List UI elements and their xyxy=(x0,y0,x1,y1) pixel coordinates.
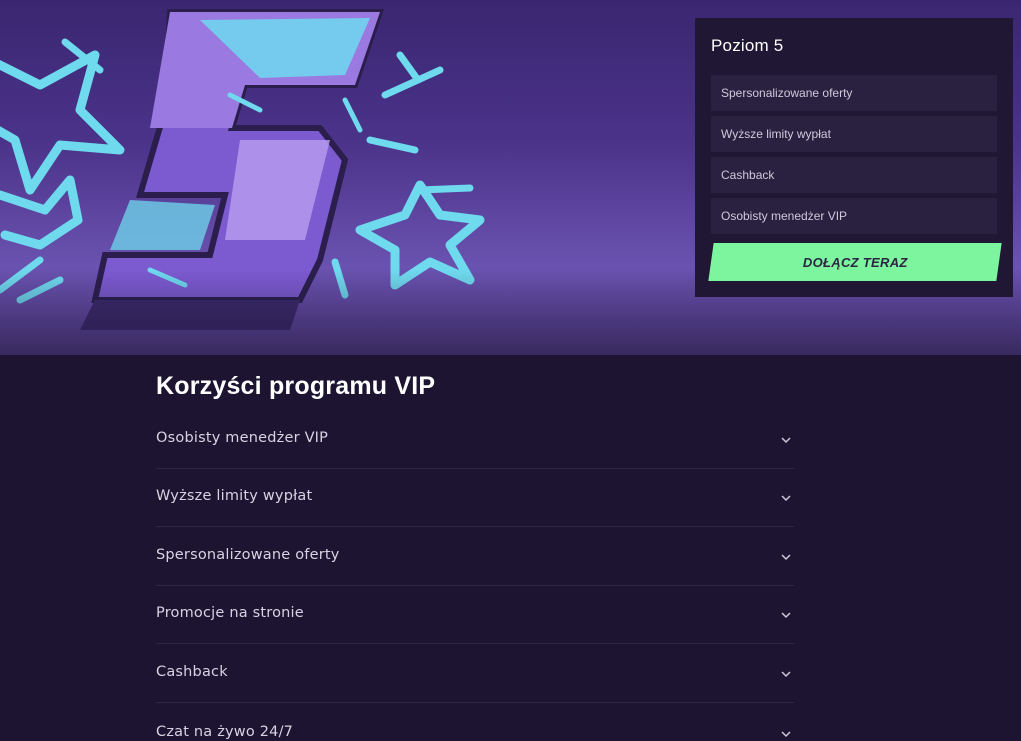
join-now-button[interactable]: DOŁĄCZ TERAZ xyxy=(708,243,1002,281)
join-now-label: DOŁĄCZ TERAZ xyxy=(802,254,908,270)
hero-banner: Poziom 5 Spersonalizowane oferty Wyższe … xyxy=(0,0,1021,355)
level-benefit-higher-limits: Wyższe limity wypłat xyxy=(711,116,997,152)
level-benefit-personalized-offers: Spersonalizowane oferty xyxy=(711,75,997,111)
accordion-label: Cashback xyxy=(156,663,228,680)
accordion-item-live-chat[interactable]: Czat na żywo 24/7 xyxy=(156,703,794,741)
accordion-label: Osobisty menedżer VIP xyxy=(156,429,329,446)
accordion-item-site-promotions[interactable]: Promocje na stronie xyxy=(156,586,794,645)
chevron-down-icon xyxy=(781,495,791,502)
accordion-label: Spersonalizowane oferty xyxy=(156,546,340,563)
vip-benefits-section: Korzyści programu VIP Osobisty menedżer … xyxy=(156,370,796,741)
chevron-down-icon xyxy=(781,671,791,678)
accordion-item-vip-manager[interactable]: Osobisty menedżer VIP xyxy=(156,410,794,469)
accordion-item-personalized-offers[interactable]: Spersonalizowane oferty xyxy=(156,527,794,586)
chevron-down-icon xyxy=(781,612,791,619)
level-benefit-cashback: Cashback xyxy=(711,157,997,193)
accordion-label: Promocje na stronie xyxy=(156,605,304,622)
level-benefit-vip-manager: Osobisty menedżer VIP xyxy=(711,198,997,234)
accordion-label: Wyższe limity wypłat xyxy=(156,488,313,505)
accordion-item-higher-limits[interactable]: Wyższe limity wypłat xyxy=(156,469,794,528)
accordion-label: Czat na żywo 24/7 xyxy=(156,723,294,740)
vip-benefits-title: Korzyści programu VIP xyxy=(156,372,436,400)
chevron-down-icon xyxy=(781,437,791,443)
chevron-down-icon xyxy=(781,554,791,560)
level-title: Poziom 5 xyxy=(711,36,784,55)
level-card: Poziom 5 Spersonalizowane oferty Wyższe … xyxy=(695,18,1013,297)
chevron-down-icon xyxy=(781,731,791,737)
accordion-item-cashback[interactable]: Cashback xyxy=(156,644,794,703)
